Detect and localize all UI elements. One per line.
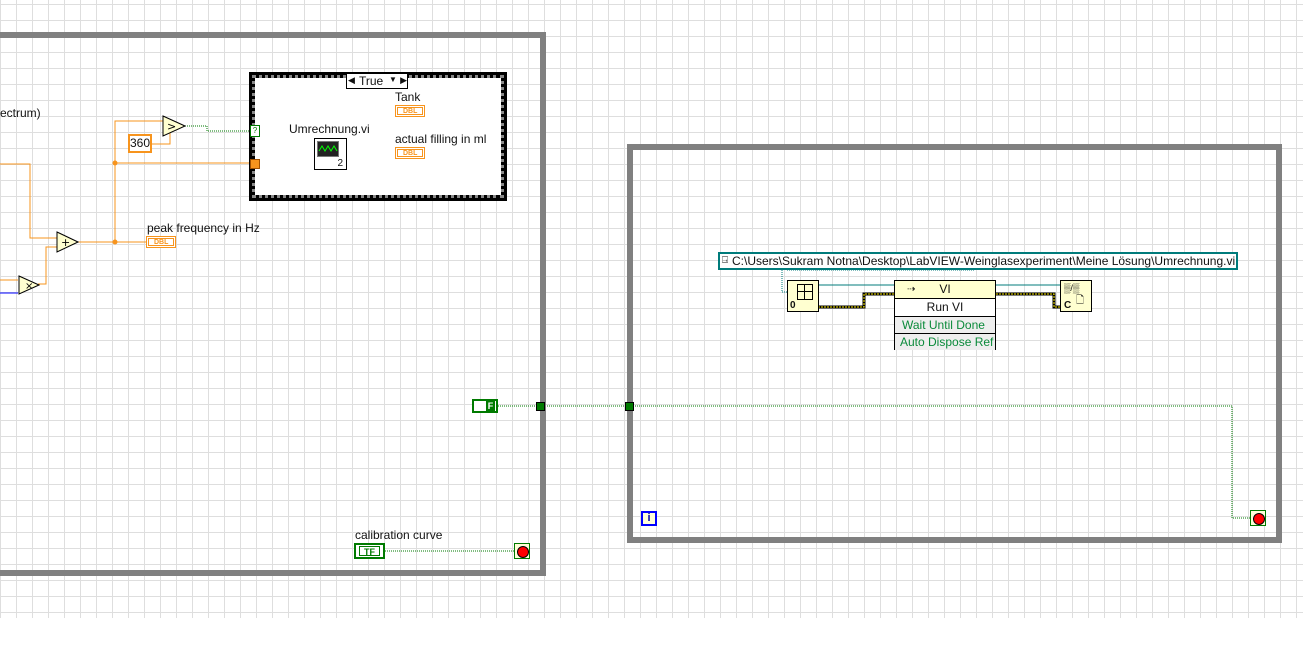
- close-ref-icon: ▒/▒: [1064, 283, 1080, 293]
- case-selector-value: True: [359, 74, 384, 88]
- actual-filling-label: actual filling in ml: [395, 132, 487, 146]
- constant-360[interactable]: 360: [128, 134, 152, 153]
- case-dropdown-icon[interactable]: ▼: [389, 75, 397, 84]
- truncated-label: ectrum): [0, 106, 41, 120]
- invoke-method[interactable]: Run VI: [895, 299, 995, 317]
- invoke-node[interactable]: ⇢ VI Run VI Wait Until Done Auto Dispose…: [894, 280, 996, 350]
- tf-type: TF: [359, 546, 380, 557]
- subvi-label: Umrechnung.vi: [289, 122, 370, 136]
- case-selector-terminal[interactable]: ?: [250, 125, 260, 137]
- false-constant-value: F: [486, 401, 495, 411]
- next-case-arrow[interactable]: ▶: [400, 75, 407, 86]
- greater-than-node[interactable]: >: [162, 115, 186, 137]
- subvi-terminal-number: 2: [337, 158, 343, 169]
- stop-terminal-right[interactable]: [1250, 510, 1266, 526]
- grid-icon: [797, 284, 813, 300]
- svg-text:+: +: [61, 236, 70, 249]
- tunnel: [250, 159, 260, 169]
- path-value: C:\Users\Sukram Notna\Desktop\LabVIEW-We…: [732, 254, 1236, 268]
- close-ref-label: C: [1064, 300, 1072, 311]
- tunnel-right-loop: [625, 402, 634, 411]
- tunnel-left-loop: [536, 402, 545, 411]
- umrechnung-subvi[interactable]: 2: [314, 138, 347, 170]
- peak-frequency-indicator[interactable]: DBL: [146, 236, 176, 248]
- actual-filling-indicator[interactable]: DBL: [395, 147, 425, 159]
- svg-text:×: ×: [25, 281, 33, 292]
- case-selector[interactable]: ◀ True ▼ ▶: [346, 73, 408, 89]
- dbl-type: DBL: [397, 149, 423, 157]
- open-ref-terminal: 0: [790, 300, 796, 311]
- add-node[interactable]: +: [56, 231, 79, 253]
- invoke-class: ⇢ VI: [895, 281, 995, 299]
- prev-case-arrow[interactable]: ◀: [348, 75, 355, 86]
- iteration-terminal: i: [641, 511, 657, 526]
- path-icon: ⍈: [722, 255, 728, 266]
- peak-frequency-label: peak frequency in Hz: [147, 221, 260, 235]
- path-constant[interactable]: ⍈ C:\Users\Sukram Notna\Desktop\LabVIEW-…: [718, 252, 1238, 270]
- tank-label: Tank: [395, 90, 421, 104]
- calibration-curve-control[interactable]: TF: [354, 543, 385, 559]
- svg-text:>: >: [167, 120, 176, 133]
- multiply-node[interactable]: ×: [18, 275, 40, 295]
- dbl-type: DBL: [148, 238, 174, 246]
- stop-icon: [517, 546, 529, 558]
- param-wait-until-done[interactable]: Wait Until Done: [895, 317, 995, 334]
- calibration-curve-label: calibration curve: [355, 528, 443, 542]
- false-constant[interactable]: F: [472, 399, 498, 413]
- stop-terminal-left[interactable]: [514, 543, 530, 559]
- invoke-class-label: VI: [939, 282, 951, 296]
- dbl-type: DBL: [397, 107, 423, 115]
- arrow-icon: ⇢: [907, 284, 916, 295]
- stop-icon: [1253, 513, 1265, 525]
- waveform-icon: [317, 141, 339, 157]
- document-icon: 🗋: [1076, 295, 1085, 306]
- close-reference[interactable]: ▒/▒ C 🗋: [1060, 280, 1092, 312]
- param-auto-dispose-ref[interactable]: Auto Dispose Ref: [895, 334, 995, 350]
- open-vi-reference[interactable]: 0: [787, 280, 819, 312]
- tank-indicator[interactable]: DBL: [395, 105, 425, 117]
